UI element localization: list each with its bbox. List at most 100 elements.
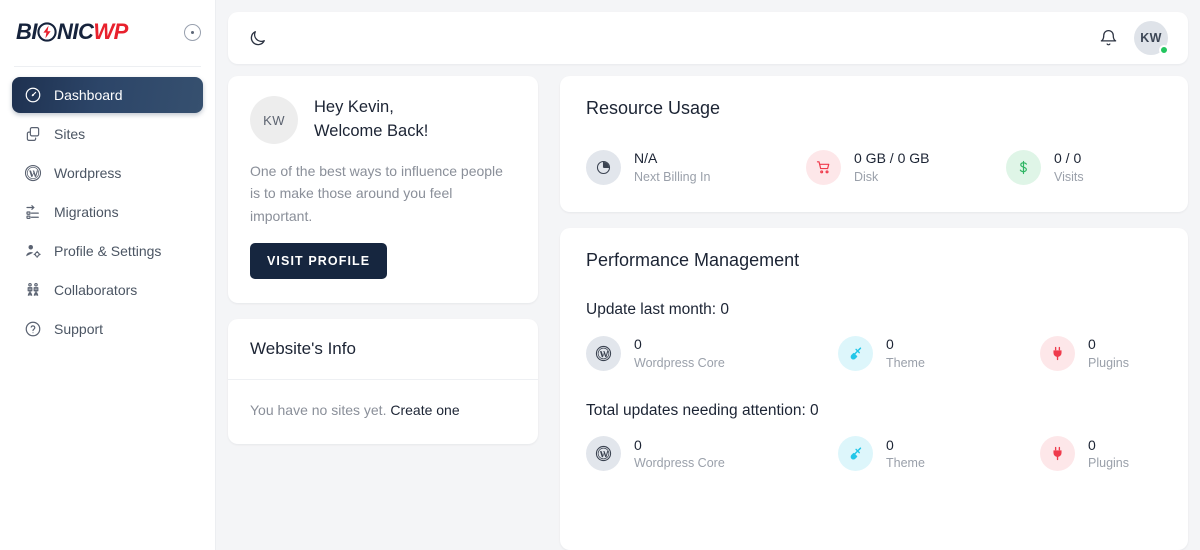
visit-profile-button[interactable]: VISIT PROFILE: [250, 243, 388, 280]
app-logo[interactable]: BI NIC WP: [16, 19, 128, 45]
brush-icon: [838, 436, 873, 472]
question-mark-icon: [24, 320, 42, 338]
bell-icon[interactable]: [1099, 29, 1118, 48]
wordpress-icon: [586, 436, 621, 472]
stat-value: 0: [1088, 436, 1096, 453]
sidebar-nav: Dashboard Sites Wordpress Migrations Profile…: [0, 77, 215, 347]
pie-chart-icon: [586, 149, 621, 185]
sidebar-item-collaborators[interactable]: Collaborators: [12, 272, 203, 308]
stat-plugins: 0 Plugins: [1040, 335, 1129, 372]
sidebar-item-label: Collaborators: [54, 282, 138, 298]
welcome-quote: One of the best ways to influence people…: [250, 163, 503, 224]
sidebar: BI NIC WP Dashboard Sites Wordpress Migrati…: [0, 0, 216, 550]
gauge-icon: [24, 86, 42, 104]
sidebar-item-label: Wordpress: [54, 165, 122, 181]
greeting-line-2: Welcome Back!: [314, 122, 429, 140]
group-needing-attention-heading: Total updates needing attention: 0: [586, 401, 819, 419]
performance-groups: Update last month: 0 0 Wordpress Core 0 Them…: [586, 301, 1162, 473]
user-avatar[interactable]: KW: [1134, 21, 1169, 55]
plug-icon: [1040, 335, 1075, 371]
resource-usage-title: Resource Usage: [586, 98, 721, 118]
stat-value: N/A: [634, 150, 658, 166]
stat-label: Disk: [854, 169, 879, 184]
no-sites-text: You have no sites yet.: [250, 402, 387, 419]
collapse-sidebar-icon[interactable]: [184, 23, 201, 41]
group-needing-attention-stats: 0 Wordpress Core 0 Theme 0 Plugins: [586, 436, 1162, 473]
stat-value: 0 / 0: [1054, 150, 1082, 166]
sidebar-item-migrations[interactable]: Migrations: [12, 194, 203, 230]
resource-usage-stats: N/A Next Billing In 0 GB / 0 GB Disk 0 / 0 Vi…: [586, 149, 1162, 186]
group-update-last-month-heading: Update last month: 0: [586, 300, 730, 318]
stat-label: Next Billing In: [634, 169, 711, 184]
migration-icon: [24, 203, 42, 221]
performance-title: Performance Management: [586, 249, 800, 270]
sidebar-item-label: Sites: [54, 126, 86, 142]
left-column: KW Hey Kevin, Welcome Back! One of the b…: [228, 76, 538, 550]
group-update-last-month-stats: 0 Wordpress Core 0 Theme 0 Plugins: [586, 335, 1162, 372]
welcome-greeting: Hey Kevin, Welcome Back!: [314, 96, 428, 144]
people-icon: [24, 281, 42, 299]
stat-theme: 0 Theme: [838, 436, 1040, 473]
stat-label: Wordpress Core: [634, 456, 725, 471]
user-gear-icon: [24, 242, 42, 260]
brand-row: BI NIC WP: [0, 4, 215, 60]
sidebar-item-dashboard[interactable]: Dashboard: [12, 77, 203, 113]
sidebar-item-profile-settings[interactable]: Profile & Settings: [12, 233, 203, 269]
sidebar-divider: [14, 66, 201, 67]
sidebar-item-sites[interactable]: Sites: [12, 116, 203, 152]
wordpress-icon: [586, 335, 621, 371]
moon-icon[interactable]: [248, 29, 267, 48]
sidebar-item-label: Migrations: [54, 204, 119, 220]
logo-text-part1: BI: [16, 19, 38, 44]
create-one-link[interactable]: Create one: [390, 402, 459, 418]
greeting-line-1: Hey Kevin,: [314, 98, 394, 117]
stat-label: Theme: [886, 355, 925, 370]
stat-label: Plugins: [1088, 456, 1129, 471]
website-info-title: Website's Info: [228, 319, 538, 381]
stat-value: 0 GB / 0 GB: [854, 150, 930, 166]
stat-value: 0: [886, 335, 894, 352]
stat-value: 0: [634, 436, 642, 453]
stat-value: 0: [634, 335, 642, 352]
copy-icon: [24, 125, 42, 143]
stat-visits: 0 / 0 Visits: [1006, 149, 1084, 186]
stat-value: 0: [886, 436, 894, 453]
plug-icon: [1040, 436, 1075, 472]
sidebar-item-label: Support: [54, 321, 104, 337]
stat-value: 0: [1088, 335, 1096, 352]
welcome-card: KW Hey Kevin, Welcome Back! One of the b…: [228, 76, 538, 304]
dollar-icon: [1006, 149, 1041, 185]
resource-usage-card: Resource Usage N/A Next Billing In 0 GB / …: [560, 76, 1188, 212]
logo-text-part2: NIC: [57, 19, 94, 44]
cart-icon: [806, 149, 841, 185]
stat-wordpress-core: 0 Wordpress Core: [586, 436, 838, 473]
website-info-card: Website's Info You have no sites yet. Cr…: [228, 319, 538, 445]
right-column: Resource Usage N/A Next Billing In 0 GB / …: [560, 76, 1188, 550]
stat-label: Visits: [1054, 169, 1084, 184]
content-area: KW Hey Kevin, Welcome Back! One of the b…: [228, 76, 1188, 550]
performance-management-card: Performance Management Update last month…: [560, 227, 1188, 550]
stat-theme: 0 Theme: [838, 335, 1040, 372]
welcome-avatar: KW: [250, 96, 298, 144]
welcome-header: KW Hey Kevin, Welcome Back!: [250, 96, 516, 144]
dashboard-page: BI NIC WP Dashboard Sites Wordpress Migrati…: [0, 0, 1200, 550]
stat-wordpress-core: 0 Wordpress Core: [586, 335, 838, 372]
sidebar-item-support[interactable]: Support: [12, 311, 203, 347]
stat-label: Plugins: [1088, 355, 1129, 370]
topbar: KW: [228, 12, 1188, 64]
wordpress-icon: [24, 164, 42, 182]
topbar-right: KW: [1099, 21, 1169, 55]
stat-disk: 0 GB / 0 GB Disk: [806, 149, 1006, 186]
sidebar-item-label: Dashboard: [54, 87, 123, 103]
sidebar-item-label: Profile & Settings: [54, 243, 162, 259]
stat-label: Theme: [886, 456, 925, 471]
brush-icon: [838, 335, 873, 371]
online-status-dot: [1159, 45, 1169, 55]
main-area: KW KW Hey Kevin, Welcome Back! One of th…: [216, 0, 1200, 550]
stat-next-billing: N/A Next Billing In: [586, 149, 806, 186]
website-info-body: You have no sites yet. Create one: [228, 380, 538, 444]
sidebar-item-wordpress[interactable]: Wordpress: [12, 155, 203, 191]
logo-text-part3: WP: [93, 19, 128, 44]
stat-label: Wordpress Core: [634, 355, 725, 370]
lightning-bolt-icon: [37, 22, 57, 42]
